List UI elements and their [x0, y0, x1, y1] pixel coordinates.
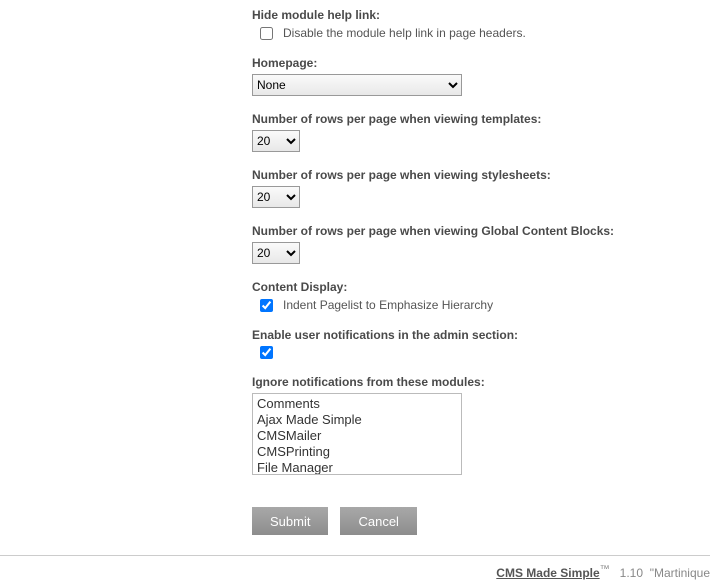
button-row: Submit Cancel [252, 507, 710, 535]
submit-button[interactable]: Submit [252, 507, 328, 535]
field-homepage: Homepage: None [252, 56, 710, 96]
field-rows-templates: Number of rows per page when viewing tem… [252, 112, 710, 152]
field-enable-notifications: Enable user notifications in the admin s… [252, 328, 710, 359]
checkbox-row-hide-help[interactable]: Disable the module help link in page hea… [252, 26, 710, 40]
field-hide-help: Hide module help link: Disable the modul… [252, 8, 710, 40]
label-enable-notifications: Enable user notifications in the admin s… [252, 328, 710, 342]
footer: CMS Made Simple™ 1.10 "Martinique [0, 555, 710, 588]
checkbox-hide-help[interactable] [260, 27, 273, 40]
checkbox-content-display[interactable] [260, 299, 273, 312]
label-rows-templates: Number of rows per page when viewing tem… [252, 112, 710, 126]
list-item[interactable]: CMSMailer [257, 428, 457, 444]
field-content-display: Content Display: Indent Pagelist to Emph… [252, 280, 710, 312]
label-rows-stylesheets: Number of rows per page when viewing sty… [252, 168, 710, 182]
settings-form: Hide module help link: Disable the modul… [0, 0, 710, 555]
select-rows-templates[interactable]: 20 [252, 130, 300, 152]
checkbox-row-enable-notifications[interactable] [252, 346, 710, 359]
checkbox-row-content-display[interactable]: Indent Pagelist to Emphasize Hierarchy [252, 298, 710, 312]
checkbox-enable-notifications[interactable] [260, 346, 273, 359]
list-item[interactable]: File Manager [257, 460, 457, 475]
label-homepage: Homepage: [252, 56, 710, 70]
footer-link[interactable]: CMS Made Simple [496, 566, 599, 580]
trademark: ™ [600, 564, 610, 575]
listbox-ignore-modules[interactable]: Comments Ajax Made Simple CMSMailer CMSP… [252, 393, 462, 475]
select-rows-stylesheets[interactable]: 20 [252, 186, 300, 208]
label-ignore-modules: Ignore notifications from these modules: [252, 375, 710, 389]
footer-codename: "Martinique [650, 566, 710, 580]
footer-version: 1.10 [620, 566, 643, 580]
label-hide-help: Hide module help link: [252, 8, 710, 22]
checkbox-label-hide-help: Disable the module help link in page hea… [283, 26, 526, 40]
cancel-button[interactable]: Cancel [340, 507, 416, 535]
select-rows-gcb[interactable]: 20 [252, 242, 300, 264]
list-item[interactable]: Ajax Made Simple [257, 412, 457, 428]
field-rows-gcb: Number of rows per page when viewing Glo… [252, 224, 710, 264]
list-item[interactable]: CMSPrinting [257, 444, 457, 460]
label-rows-gcb: Number of rows per page when viewing Glo… [252, 224, 710, 238]
select-homepage[interactable]: None [252, 74, 462, 96]
checkbox-label-content-display: Indent Pagelist to Emphasize Hierarchy [283, 298, 493, 312]
list-item[interactable]: Comments [257, 396, 457, 412]
field-rows-stylesheets: Number of rows per page when viewing sty… [252, 168, 710, 208]
label-content-display: Content Display: [252, 280, 710, 294]
field-ignore-modules: Ignore notifications from these modules:… [252, 375, 710, 475]
